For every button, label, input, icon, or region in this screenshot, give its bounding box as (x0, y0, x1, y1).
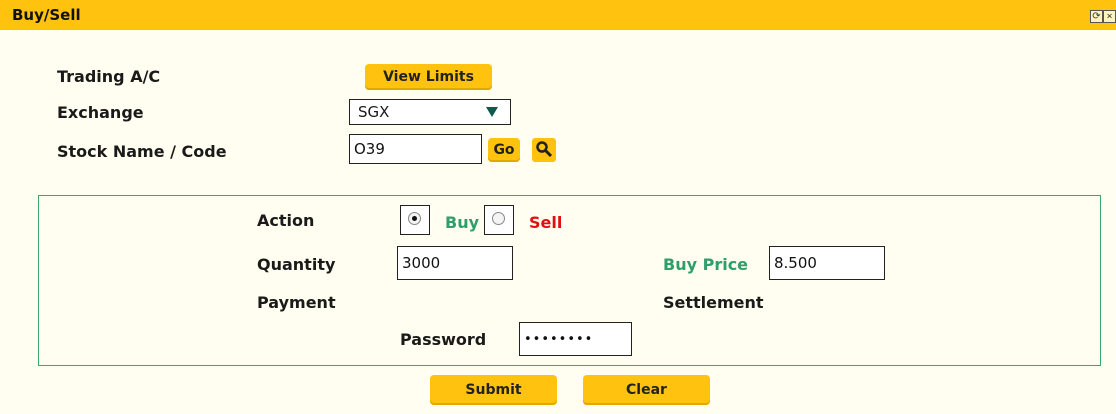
window-title: Buy/Sell (12, 6, 81, 24)
search-key-icon[interactable] (532, 138, 556, 162)
buy-price-label: Buy Price (663, 255, 749, 274)
password-label: Password (400, 330, 487, 349)
payment-label: Payment (257, 293, 336, 312)
buy-radio-dot (408, 212, 421, 225)
trading-ac-label: Trading A/C (57, 67, 161, 86)
clear-button[interactable]: Clear (583, 375, 710, 405)
settlement-label: Settlement (663, 293, 764, 312)
stock-code-input[interactable] (349, 134, 482, 164)
quantity-label: Quantity (257, 255, 336, 274)
buy-label: Buy (445, 213, 480, 232)
go-button[interactable]: Go (488, 138, 520, 162)
quantity-input[interactable] (397, 246, 513, 280)
exchange-selected-value: SGX (358, 103, 390, 121)
title-bar: Buy/Sell ⟳ × (0, 0, 1116, 30)
title-bar-icons: ⟳ × (1090, 10, 1116, 23)
buy-radio[interactable] (400, 205, 430, 235)
view-limits-button[interactable]: View Limits (365, 64, 492, 90)
sell-label: Sell (529, 213, 563, 232)
submit-button[interactable]: Submit (430, 375, 557, 405)
action-label: Action (257, 211, 315, 230)
sell-radio[interactable] (484, 205, 514, 235)
stock-name-label: Stock Name / Code (57, 142, 227, 161)
refresh-icon[interactable]: ⟳ (1090, 10, 1103, 23)
password-input[interactable] (519, 322, 632, 356)
buy-price-input[interactable] (769, 246, 885, 280)
close-icon[interactable]: × (1103, 10, 1116, 23)
exchange-label: Exchange (57, 103, 144, 122)
exchange-select[interactable]: SGX (349, 99, 511, 125)
sell-radio-dot (492, 212, 505, 225)
dropdown-arrow-icon (486, 107, 498, 117)
